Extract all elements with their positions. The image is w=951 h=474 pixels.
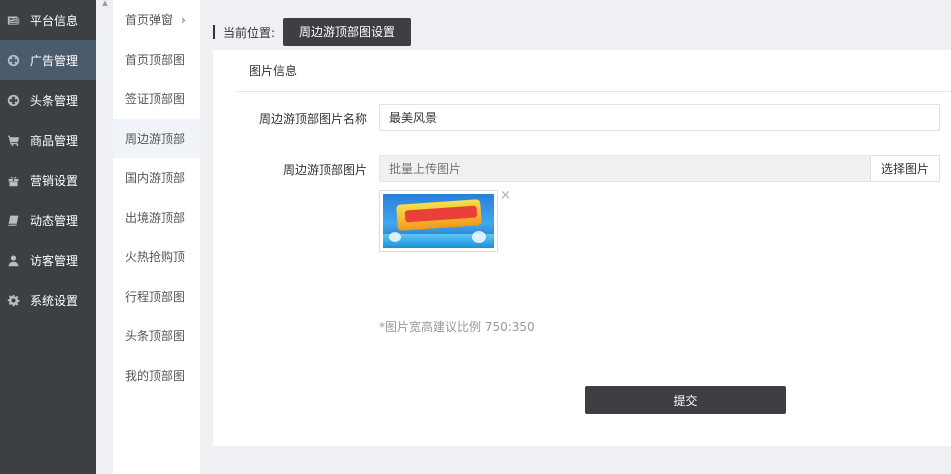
subnav-item-flash-sale-top[interactable]: 火热抢购顶 — [113, 237, 200, 277]
subnav-item-outbound-tour-top[interactable]: 出境游顶部 — [113, 198, 200, 238]
breadcrumb-current-tab[interactable]: 周边游顶部图设置 — [283, 18, 412, 46]
chevron-right-icon: › — [181, 12, 186, 27]
gift-icon — [6, 173, 20, 187]
cart-icon — [6, 133, 20, 147]
sidebar-item-system-settings[interactable]: 系统设置 — [0, 280, 96, 320]
subnav-item-my-top-image[interactable]: 我的顶部图 — [113, 356, 200, 396]
sidebar-item-headline-management[interactable]: 头条管理 — [0, 80, 96, 120]
image-label: 周边游顶部图片 — [282, 163, 367, 177]
gear-icon — [6, 293, 20, 307]
image-name-input[interactable] — [379, 104, 940, 131]
form-panel: 图片信息 周边游顶部图片名称 周边游顶部图片 选择图片 × *图片宽高建议比例 … — [213, 50, 951, 446]
subnav-item-home-popup[interactable]: 首页弹窗 › — [113, 0, 200, 40]
image-thumbnail — [379, 190, 498, 252]
subnav-item-label: 国内游顶部 — [125, 171, 186, 186]
thumbnail-splash-shape — [389, 232, 401, 242]
sub-navigation: 首页弹窗 › 首页顶部图 签证顶部图 周边游顶部 国内游顶部 出境游顶部 火热抢… — [113, 0, 200, 474]
sidebar-item-label: 广告管理 — [30, 53, 79, 68]
submit-button[interactable]: 提交 — [585, 386, 786, 414]
breadcrumb-label: 当前位置: — [223, 25, 276, 40]
subnav-item-label: 周边游顶部 — [125, 131, 186, 146]
sidebar-item-label: 头条管理 — [30, 93, 79, 108]
sidebar-item-marketing-settings[interactable]: 营销设置 — [0, 160, 96, 200]
breadcrumb: 当前位置: 周边游顶部图设置 — [213, 18, 412, 46]
sidebar-item-ad-management[interactable]: 广告管理 — [0, 40, 96, 80]
subnav-item-label: 头条顶部图 — [125, 329, 186, 344]
uploaded-image-preview — [383, 194, 494, 248]
sidebar-item-label: 商品管理 — [30, 133, 79, 148]
sidebar-item-platform-info[interactable]: 平台信息 — [0, 0, 96, 40]
subnav-item-home-top-image[interactable]: 首页顶部图 — [113, 40, 200, 80]
sidebar-item-label: 平台信息 — [30, 13, 79, 28]
subnav-item-itinerary-top-image[interactable]: 行程顶部图 — [113, 277, 200, 317]
lifebuoy-icon — [6, 53, 20, 67]
sidebar-item-label: 营销设置 — [30, 173, 79, 188]
sidebar-item-label: 系统设置 — [30, 293, 79, 308]
thumbnail-splash-shape — [472, 231, 486, 243]
subnav-item-label: 出境游顶部 — [125, 210, 186, 225]
subnav-item-label: 我的顶部图 — [125, 368, 186, 383]
breadcrumb-marker — [213, 25, 215, 39]
sidebar-item-feed-management[interactable]: 动态管理 — [0, 200, 96, 240]
subnav-item-label: 行程顶部图 — [125, 289, 186, 304]
image-name-label: 周边游顶部图片名称 — [258, 112, 367, 126]
newspaper-icon — [6, 13, 20, 27]
upload-images-input[interactable] — [379, 155, 871, 182]
scroll-up-icon[interactable]: ▲ — [99, 0, 111, 8]
section-title: 图片信息 — [237, 50, 951, 92]
remove-image-icon[interactable]: × — [500, 189, 511, 202]
sidebar-item-label: 访客管理 — [30, 253, 79, 268]
subnav-item-domestic-tour-top[interactable]: 国内游顶部 — [113, 158, 200, 198]
sidebar-item-product-management[interactable]: 商品管理 — [0, 120, 96, 160]
image-ratio-hint: *图片宽高建议比例 750:350 — [379, 320, 535, 334]
subnav-item-label: 签证顶部图 — [125, 92, 186, 107]
subnav-item-label: 首页弹窗 — [125, 13, 174, 28]
subnav-item-visa-top-image[interactable]: 签证顶部图 — [113, 79, 200, 119]
subnav-item-label: 首页顶部图 — [125, 52, 186, 67]
sidebar-item-label: 动态管理 — [30, 213, 79, 228]
choose-image-button[interactable]: 选择图片 — [870, 155, 940, 182]
book-icon — [6, 213, 20, 227]
lifebuoy-icon — [6, 93, 20, 107]
subnav-item-headline-top-image[interactable]: 头条顶部图 — [113, 316, 200, 356]
user-icon — [6, 253, 20, 267]
subnav-item-nearby-tour-top[interactable]: 周边游顶部 — [113, 118, 200, 158]
main-sidebar: 平台信息 广告管理 头条管理 商品管理 营销设置 动态管理 访客管理 系统设置 — [0, 0, 96, 474]
sidebar-item-visitor-management[interactable]: 访客管理 — [0, 240, 96, 280]
subnav-item-label: 火热抢购顶 — [125, 250, 186, 265]
